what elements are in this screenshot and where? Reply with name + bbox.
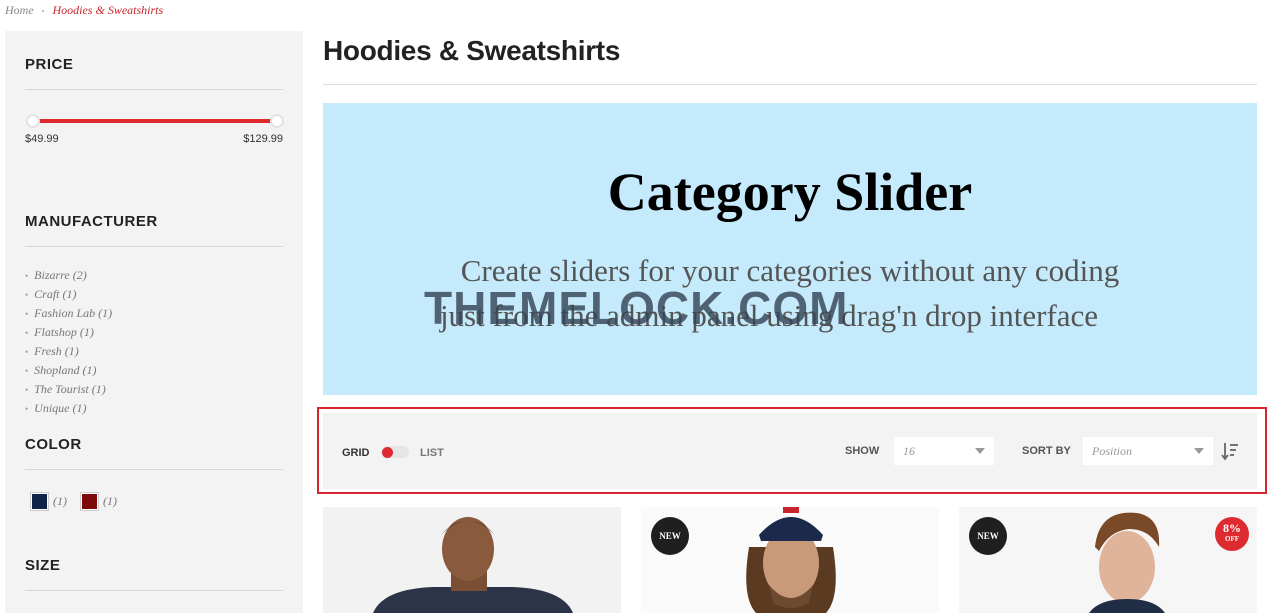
manufacturer-list: • Bizarre (2) • Craft (1) • Fashion Lab (1)… xyxy=(25,266,283,418)
sort-by-value: Position xyxy=(1092,444,1133,458)
color-swatch-red[interactable] xyxy=(81,493,98,510)
discount-label: OFF xyxy=(1225,535,1239,543)
breadcrumb-current[interactable]: Hoodies & Sweatshirts xyxy=(52,3,163,17)
color-swatch-count: (1) xyxy=(53,494,67,508)
price-min-value: $49.99 xyxy=(25,133,59,145)
price-max-handle[interactable] xyxy=(270,114,284,128)
manufacturer-item[interactable]: • Fashion Lab (1) xyxy=(25,304,283,323)
manufacturer-item[interactable]: • Shopland (1) xyxy=(25,361,283,380)
product-card[interactable] xyxy=(323,507,621,613)
manufacturer-item-label[interactable]: Fashion Lab (1) xyxy=(34,306,112,320)
category-main: Hoodies & Sweatshirts Category Slider Cr… xyxy=(323,31,1257,395)
breadcrumb-home-link[interactable]: Home xyxy=(5,3,34,17)
color-filter-title: COLOR xyxy=(25,436,283,470)
show-per-page-value: 16 xyxy=(903,444,915,458)
filter-sidebar: PRICE $49.99 $129.99 MANUFACTURER • Bizar… xyxy=(5,31,303,613)
manufacturer-item-label[interactable]: Unique (1) xyxy=(34,401,86,415)
product-toolbar: GRID LIST SHOW 16 SORT BY Position xyxy=(323,413,1257,489)
price-min-handle[interactable] xyxy=(26,114,40,128)
grid-list-toggle[interactable] xyxy=(381,446,409,458)
manufacturer-item-label[interactable]: Bizarre (2) xyxy=(34,268,87,282)
price-max-value: $129.99 xyxy=(243,133,283,145)
sort-by-select[interactable]: Position xyxy=(1083,437,1213,465)
sort-direction-icon[interactable] xyxy=(1221,441,1239,461)
price-values: $49.99 $129.99 xyxy=(25,133,283,145)
size-filter-title: SIZE xyxy=(25,557,283,591)
color-swatch-count: (1) xyxy=(103,494,117,508)
manufacturer-item[interactable]: • Fresh (1) xyxy=(25,342,283,361)
product-image[interactable] xyxy=(641,507,939,613)
bullet-icon: • xyxy=(25,328,29,338)
grid-view-label[interactable]: GRID xyxy=(342,447,370,459)
show-per-page-select[interactable]: 16 xyxy=(894,437,994,465)
manufacturer-item-label[interactable]: The Tourist (1) xyxy=(34,382,106,396)
manufacturer-filter-title: MANUFACTURER xyxy=(25,213,283,247)
show-label: SHOW xyxy=(845,445,880,457)
product-card[interactable]: NEW xyxy=(641,507,939,613)
price-range-slider[interactable] xyxy=(25,114,284,128)
bullet-icon: • xyxy=(25,290,29,300)
breadcrumb-separator: • xyxy=(41,6,45,16)
color-filter: COLOR (1) (1) xyxy=(25,436,283,510)
manufacturer-item[interactable]: • Bizarre (2) xyxy=(25,266,283,285)
breadcrumb: Home • Hoodies & Sweatshirts xyxy=(5,3,163,18)
manufacturer-item[interactable]: • Craft (1) xyxy=(25,285,283,304)
price-filter-title: PRICE xyxy=(25,56,283,90)
product-image[interactable] xyxy=(959,507,1257,613)
watermark: THEMELOCK.COM xyxy=(424,282,849,334)
manufacturer-item-label[interactable]: Flatshop (1) xyxy=(34,325,94,339)
chevron-down-icon xyxy=(975,448,985,454)
size-filter: SIZE xyxy=(25,557,283,591)
price-filter: PRICE $49.99 $129.99 xyxy=(25,56,284,145)
color-swatch-navy[interactable] xyxy=(31,493,48,510)
new-badge: NEW xyxy=(969,517,1007,555)
manufacturer-filter: MANUFACTURER • Bizarre (2) • Craft (1) • Fa… xyxy=(25,213,283,418)
toggle-knob xyxy=(382,447,393,458)
manufacturer-item-label[interactable]: Shopland (1) xyxy=(34,363,96,377)
product-image[interactable] xyxy=(323,507,621,613)
bullet-icon: • xyxy=(25,271,29,281)
product-card[interactable]: NEW 8% OFF xyxy=(959,507,1257,613)
manufacturer-item[interactable]: • The Tourist (1) xyxy=(25,380,283,399)
color-swatches: (1) (1) xyxy=(25,493,283,510)
discount-badge: 8% OFF xyxy=(1215,517,1249,551)
bullet-icon: • xyxy=(25,404,29,414)
manufacturer-item[interactable]: • Unique (1) xyxy=(25,399,283,418)
bullet-icon: • xyxy=(25,309,29,319)
list-view-label[interactable]: LIST xyxy=(420,447,444,459)
manufacturer-item-label[interactable]: Craft (1) xyxy=(34,287,76,301)
price-range-track xyxy=(33,119,277,123)
manufacturer-item[interactable]: • Flatshop (1) xyxy=(25,323,283,342)
sort-by-label: SORT BY xyxy=(1022,445,1071,457)
banner-title: Category Slider xyxy=(607,162,973,222)
bullet-icon: • xyxy=(25,366,29,376)
bullet-icon: • xyxy=(25,385,29,395)
chevron-down-icon xyxy=(1194,448,1204,454)
discount-percent: 8% xyxy=(1223,521,1241,535)
page-title: Hoodies & Sweatshirts xyxy=(323,31,1257,85)
category-slider-banner[interactable]: Category Slider Create sliders for your … xyxy=(323,103,1257,395)
manufacturer-item-label[interactable]: Fresh (1) xyxy=(34,344,79,358)
bullet-icon: • xyxy=(25,347,29,357)
new-badge: NEW xyxy=(651,517,689,555)
product-grid: NEW NEW 8% OFF xyxy=(323,507,1257,613)
